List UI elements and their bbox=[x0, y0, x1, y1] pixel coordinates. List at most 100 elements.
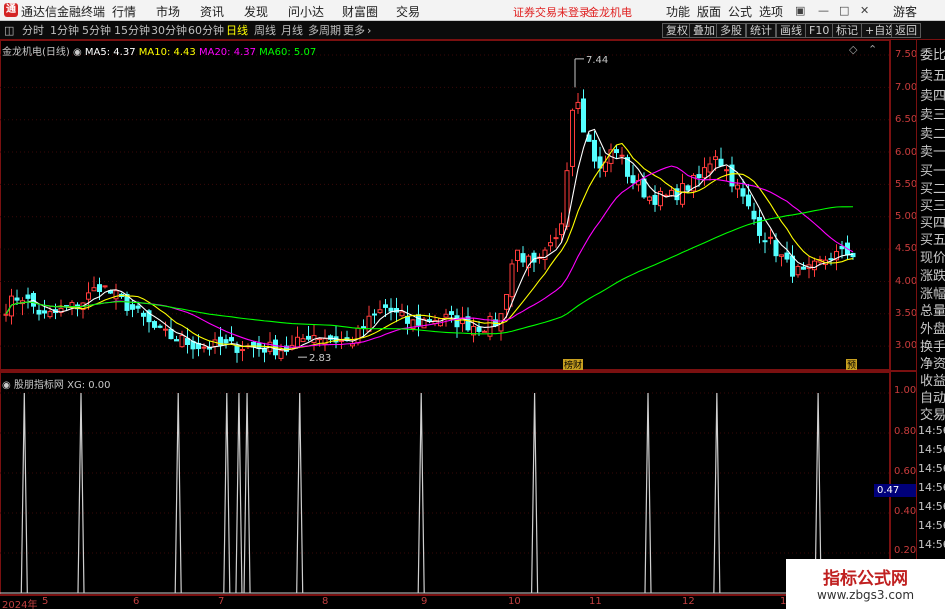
period-1min[interactable]: 1分钟 bbox=[50, 23, 79, 38]
price-tick: 3.00 bbox=[895, 340, 918, 351]
period-more[interactable]: 更多 bbox=[343, 23, 365, 38]
menu-zixun[interactable]: 资讯 bbox=[200, 3, 224, 20]
candle-body bbox=[454, 315, 460, 328]
signal-spike bbox=[223, 392, 231, 594]
period-monthly[interactable]: 月线 bbox=[281, 23, 303, 38]
btn-f10[interactable]: F10 bbox=[805, 23, 834, 38]
menu-hangqing[interactable]: 行情 bbox=[112, 3, 136, 20]
tick-time: 14:56 bbox=[918, 538, 945, 551]
candle-body bbox=[168, 328, 174, 340]
toolbar-menu-icon[interactable]: ◫ bbox=[4, 23, 14, 38]
menu-caifuquan[interactable]: 财富圈 bbox=[342, 3, 378, 20]
indicator-chart[interactable] bbox=[0, 372, 890, 595]
candle-body bbox=[240, 349, 245, 352]
candle-body bbox=[652, 194, 658, 205]
main-frame bbox=[0, 40, 890, 370]
minimize-icon[interactable]: — bbox=[818, 4, 829, 17]
price-tick: 7.00 bbox=[895, 82, 918, 93]
collapse-icon[interactable]: ⌃ bbox=[868, 43, 877, 56]
period-30min[interactable]: 30分钟 bbox=[151, 23, 187, 38]
candle-body bbox=[669, 189, 674, 197]
indicator-settings-icon[interactable]: ◉ bbox=[2, 380, 11, 391]
candle-body bbox=[135, 305, 141, 309]
candle-body bbox=[388, 307, 394, 312]
candle-body bbox=[696, 174, 702, 179]
candle-body bbox=[751, 210, 757, 220]
ind-tick: 0.60 bbox=[894, 466, 917, 477]
maximize-icon[interactable]: □ bbox=[839, 4, 849, 17]
candle-body bbox=[641, 178, 647, 198]
menu-jiaoyi[interactable]: 交易 bbox=[396, 3, 420, 20]
diamond-icon[interactable]: ◇ bbox=[849, 43, 857, 56]
candle-body bbox=[157, 325, 163, 328]
settings-icon[interactable]: ◉ bbox=[73, 47, 82, 58]
candle-body bbox=[630, 175, 636, 184]
candle-body bbox=[383, 304, 388, 308]
menu-gongneng[interactable]: 功能 bbox=[666, 3, 690, 20]
candle-body bbox=[724, 169, 729, 172]
login-status[interactable]: 证券交易未登录 bbox=[513, 4, 590, 20]
quote-outer: 外盘 bbox=[920, 322, 945, 337]
candle-body bbox=[795, 266, 801, 276]
menu-gongshi[interactable]: 公式 bbox=[728, 3, 752, 20]
menu-banmian[interactable]: 版面 bbox=[697, 3, 721, 20]
candle-body bbox=[828, 258, 834, 261]
candle-body bbox=[509, 263, 515, 298]
price-tick: 4.00 bbox=[895, 276, 918, 287]
candle-body bbox=[740, 188, 746, 197]
kline-chart[interactable]: 7.44 2.83 榜财 预 bbox=[0, 40, 890, 370]
period-60min[interactable]: 60分钟 bbox=[188, 23, 224, 38]
signal-spike bbox=[644, 392, 652, 594]
candle-body bbox=[773, 240, 779, 257]
x-tick: 6 bbox=[133, 596, 140, 607]
tag-yu: 预 bbox=[847, 360, 856, 370]
candle-body bbox=[553, 237, 559, 240]
quote-sell5: 卖五 bbox=[920, 69, 945, 84]
price-axis: 7.50 7.00 6.50 6.00 5.50 5.00 4.50 4.00 … bbox=[890, 40, 918, 370]
period-fenshi[interactable]: 分时 bbox=[22, 23, 44, 38]
signal-spike bbox=[235, 392, 243, 594]
candle-body bbox=[801, 266, 806, 270]
x-tick: 5 bbox=[42, 596, 49, 607]
x-tick: 10 bbox=[508, 596, 521, 607]
candle-body bbox=[361, 326, 366, 329]
candle-body bbox=[47, 311, 53, 318]
period-weekly[interactable]: 周线 bbox=[254, 23, 276, 38]
menu-shichang[interactable]: 市场 bbox=[156, 3, 180, 20]
price-tick: 6.00 bbox=[895, 147, 918, 158]
ind-tick: 0.40 bbox=[894, 506, 917, 517]
btn-huaxian[interactable]: 画线 bbox=[776, 23, 806, 38]
watermark: 指标公式网 www.zbgs3.com bbox=[786, 559, 945, 609]
skin-icon[interactable]: ▣ bbox=[795, 4, 805, 17]
candle-body bbox=[784, 252, 790, 260]
x-tick: 8 bbox=[322, 596, 329, 607]
period-5min[interactable]: 5分钟 bbox=[82, 23, 111, 38]
indicator-header: ◉ 股朋指标网 XG: 0.00 bbox=[2, 376, 111, 391]
current-indicator-value: 0.47 bbox=[874, 484, 916, 497]
btn-tongji[interactable]: 统计 bbox=[746, 23, 776, 38]
candle-body bbox=[707, 163, 713, 173]
candle-body bbox=[482, 330, 487, 333]
btn-diejia[interactable]: 叠加 bbox=[689, 23, 719, 38]
btn-duogu[interactable]: 多股 bbox=[716, 23, 746, 38]
menu-wenxiaoda[interactable]: 问小达 bbox=[288, 3, 324, 20]
quote-sell3: 卖三 bbox=[920, 108, 945, 123]
trade-label[interactable]: 交易 bbox=[920, 404, 945, 423]
candle-body bbox=[14, 297, 20, 301]
btn-biaoji[interactable]: 标记 bbox=[832, 23, 862, 38]
period-toolbar: ◫ 分时 1分钟 5分钟 15分钟 30分钟 60分钟 日线 周线 月线 多周期… bbox=[0, 21, 945, 40]
period-15min[interactable]: 15分钟 bbox=[114, 23, 150, 38]
btn-back[interactable]: 返回 bbox=[891, 23, 921, 38]
tick-time: 14:56 bbox=[918, 519, 945, 532]
candle-body bbox=[300, 338, 306, 343]
period-daily[interactable]: 日线 bbox=[226, 23, 248, 38]
ma5-label: MA5: 4.37 bbox=[84, 47, 136, 58]
btn-fuquan[interactable]: 复权 bbox=[662, 23, 692, 38]
user-label[interactable]: 游客 bbox=[893, 3, 917, 20]
period-multi[interactable]: 多周期 bbox=[308, 23, 341, 38]
more-chevron-icon[interactable]: › bbox=[367, 23, 371, 38]
menu-xuanxiang[interactable]: 选项 bbox=[759, 3, 783, 20]
ma60-label: MA60: 5.07 bbox=[259, 47, 317, 58]
close-icon[interactable]: ✕ bbox=[860, 4, 869, 17]
menu-faxian[interactable]: 发现 bbox=[244, 3, 268, 20]
